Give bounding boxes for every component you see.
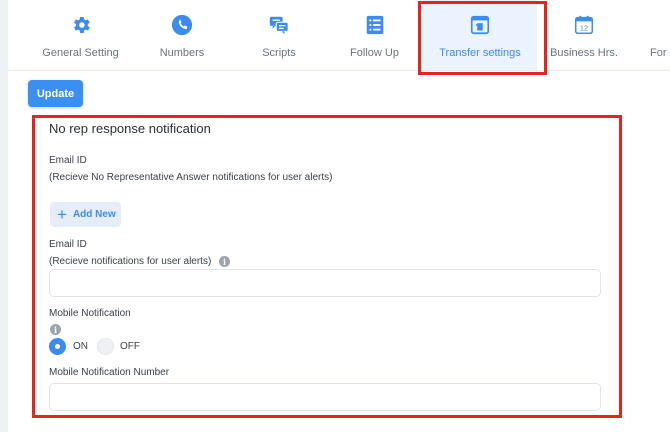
calendar-icon: 12 — [575, 15, 593, 34]
tab-general-setting[interactable]: General Setting — [29, 0, 132, 70]
tab-for[interactable]: For — [631, 0, 670, 70]
mobile-off-radio[interactable] — [97, 338, 114, 355]
mobile-on-radio[interactable] — [49, 338, 66, 355]
calendar-day: 12 — [580, 24, 588, 33]
tab-label: General Setting — [42, 47, 119, 59]
info-icon[interactable]: i — [219, 256, 230, 267]
tab-business-hrs[interactable]: 12 Business Hrs. — [537, 0, 631, 70]
mobile-number-label: Mobile Notification Number — [49, 367, 170, 378]
mobile-on-label: ON — [73, 341, 88, 352]
tab-label: For — [650, 47, 667, 59]
email-id-hint: (Recieve No Representative Answer notifi… — [49, 172, 333, 183]
update-button[interactable]: Update — [28, 80, 83, 107]
plus-icon: + — [57, 205, 67, 224]
phone-icon — [171, 14, 193, 36]
tab-scripts[interactable]: Scripts — [232, 0, 326, 70]
email-id-label: Email ID — [49, 155, 87, 166]
email-field[interactable] — [49, 269, 601, 297]
add-new-button[interactable]: + Add New — [50, 202, 121, 227]
tab-label: Numbers — [159, 47, 205, 59]
settings-page: General Setting Numbers Scripts Follow U… — [8, 0, 670, 432]
tab-label: Follow Up — [350, 47, 399, 59]
tab-label: Business Hrs. — [550, 47, 618, 59]
transfer-tab-highlight — [418, 1, 547, 75]
tab-follow-up[interactable]: Follow Up — [326, 0, 423, 70]
tab-numbers[interactable]: Numbers — [132, 0, 232, 70]
mobile-notification-label: Mobile Notification — [49, 308, 131, 319]
email-id-label-2: Email ID — [49, 239, 87, 250]
add-new-label: Add New — [72, 209, 116, 220]
tab-label: Scripts — [262, 47, 296, 59]
info-icon[interactable]: i — [50, 324, 61, 335]
gear-icon — [73, 17, 90, 33]
settings-tabs: General Setting Numbers Scripts Follow U… — [8, 0, 670, 71]
chat-bubbles-icon — [269, 16, 289, 35]
mobile-off-label: OFF — [120, 341, 140, 352]
section-title: No rep response notification — [49, 121, 211, 136]
mobile-number-field[interactable] — [49, 383, 601, 411]
email-id-hint-2: (Recieve notifications for user alerts) — [49, 256, 212, 267]
list-icon — [366, 15, 383, 35]
